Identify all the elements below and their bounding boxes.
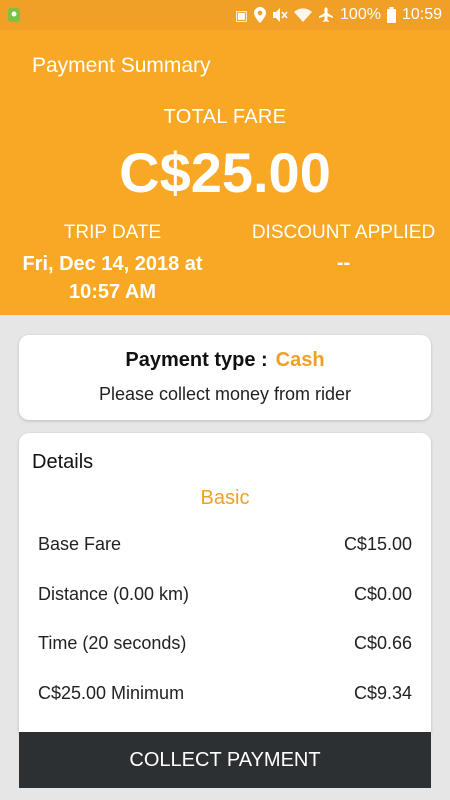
- collect-payment-button[interactable]: COLLECT PAYMENT: [19, 732, 431, 788]
- wifi-icon: [294, 8, 313, 22]
- fare-row-base: Base Fare C$15.00: [38, 534, 412, 555]
- discount-label: DISCOUNT APPLIED: [251, 222, 436, 243]
- total-fare-label: TOTAL FARE: [163, 106, 287, 128]
- battery-percent: 100%: [340, 6, 381, 23]
- location-icon: [254, 7, 267, 23]
- fare-row-label: C$25.00 Minimum: [38, 683, 185, 703]
- payment-type-card: Payment type : Cash Please collect money …: [19, 335, 431, 420]
- trip-date-line2: 10:57 AM: [68, 281, 157, 303]
- payment-type-line: Payment type : Cash: [19, 349, 431, 372]
- fare-row-value: C$9.34: [353, 683, 412, 703]
- mute-icon: [273, 8, 288, 22]
- sim-icon: ▣: [234, 7, 249, 23]
- page-title: Payment Summary: [32, 54, 211, 77]
- clock: 10:59: [401, 6, 442, 23]
- trip-date-line1: Fri, Dec 14, 2018 at: [22, 253, 203, 275]
- location-app-icon: [8, 8, 20, 22]
- payment-note: Please collect money from rider: [98, 384, 352, 404]
- fare-row-label: Time (20 seconds): [38, 633, 187, 653]
- details-card: Details Basic Base Fare C$15.00 Distance…: [19, 433, 431, 733]
- trip-date-label: TRIP DATE: [63, 222, 162, 243]
- fare-row-distance: Distance (0.00 km) C$0.00: [38, 584, 412, 605]
- fare-row-time: Time (20 seconds) C$0.66: [38, 633, 412, 654]
- payment-type-label: Payment type :: [125, 349, 268, 371]
- payment-summary-header: Payment Summary TOTAL FARE C$25.00 TRIP …: [0, 30, 450, 315]
- airplane-icon: [319, 7, 334, 22]
- fare-row-value: C$15.00: [343, 534, 412, 554]
- details-title: Details: [32, 451, 94, 473]
- total-fare-value: C$25.00: [119, 141, 331, 204]
- fare-row-minimum: C$25.00 Minimum C$9.34: [38, 683, 412, 704]
- fare-row-value: C$0.00: [353, 584, 412, 604]
- fare-row-label: Distance (0.00 km): [38, 584, 190, 604]
- fare-row-label: Base Fare: [38, 534, 122, 554]
- battery-icon: [386, 7, 396, 23]
- status-bar: ▣ 100% 10:59: [0, 0, 450, 30]
- trip-date-value: Fri, Dec 14, 2018 at 10:57 AM: [0, 250, 225, 306]
- plan-name: Basic: [200, 487, 250, 509]
- fare-row-value: C$0.66: [353, 633, 412, 653]
- payment-type-value: Cash: [275, 349, 325, 371]
- discount-value: --: [336, 252, 351, 274]
